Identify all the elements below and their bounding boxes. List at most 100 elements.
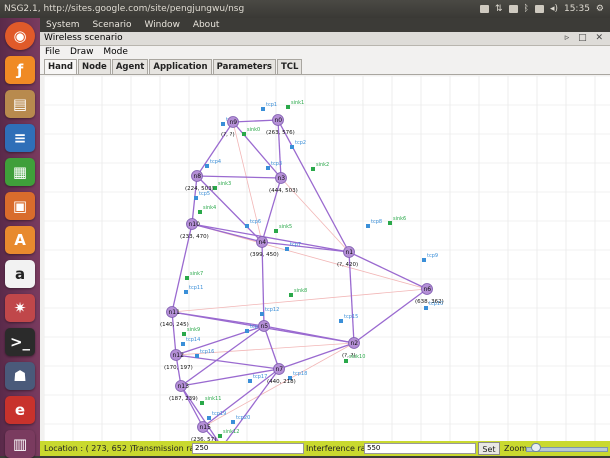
dash-icon[interactable]: ◉	[5, 22, 35, 50]
agent-label: tcp11	[189, 285, 203, 291]
tab-application[interactable]: Application	[149, 59, 212, 74]
agent-label: sink12	[223, 429, 239, 435]
tcp-agent-marker	[207, 416, 211, 420]
tab-node[interactable]: Node	[78, 59, 111, 74]
agent-label: sink2	[316, 162, 329, 168]
tab-tcl[interactable]: TCL	[276, 59, 303, 74]
agent-label: tcp17	[253, 374, 267, 380]
tcp-agent-marker	[424, 306, 428, 310]
status-bar: Location : ( 273, 652 ) Transmission ran…	[40, 441, 610, 456]
internal-frame-titlebar[interactable]: Wireless scenario ▹ □ ✕	[40, 32, 610, 46]
strong-link	[277, 119, 282, 179]
menu-draw[interactable]: Draw	[70, 47, 94, 57]
transmission-range-input[interactable]	[192, 443, 304, 454]
agent-label: tcp14	[186, 337, 200, 343]
e-icon[interactable]: e	[5, 396, 35, 424]
tab-parameters[interactable]: Parameters	[212, 59, 276, 74]
node-coordinates: (263, 576)	[266, 130, 295, 136]
calc-icon[interactable]: ▦	[5, 158, 35, 186]
settings-icon[interactable]: ✷	[5, 294, 35, 322]
frame-controls[interactable]: ▹ □ ✕	[565, 32, 606, 45]
impress-icon[interactable]: ▣	[5, 192, 35, 220]
network-icon[interactable]: ⇅	[495, 0, 503, 18]
tcp-agent-marker	[248, 379, 252, 383]
agent-label: sink6	[393, 216, 406, 222]
agent-label: tcp18	[293, 371, 307, 377]
node-coordinates: (638, 362)	[415, 299, 444, 305]
strong-link	[196, 175, 282, 179]
strong-link	[180, 325, 265, 387]
bluetooth-icon[interactable]: ᛒ	[524, 0, 529, 18]
agent-label: tcp2	[295, 140, 306, 146]
sink-agent-marker	[185, 276, 189, 280]
firefox-icon[interactable]: ƒ	[5, 56, 35, 84]
messaging-icon[interactable]	[508, 5, 518, 13]
node-label: n5	[261, 323, 269, 330]
menu-system[interactable]: System	[46, 20, 80, 30]
agent-label: tcp15	[344, 314, 358, 320]
tcp-agent-marker	[261, 107, 265, 111]
software-center-icon[interactable]: A	[5, 226, 35, 254]
agent-label: tcp19	[212, 411, 226, 417]
network-icon[interactable]: ☗	[5, 362, 35, 390]
tcp-agent-marker	[231, 420, 235, 424]
node-label: n15	[200, 424, 212, 431]
sink-agent-marker	[274, 229, 278, 233]
sink-agent-marker	[289, 293, 293, 297]
agent-label: tcp6	[250, 219, 261, 225]
frame-title: Wireless scenario	[44, 33, 123, 43]
sink-agent-marker	[242, 132, 246, 136]
tcp-agent-marker	[245, 224, 249, 228]
writer-icon[interactable]: ≡	[5, 124, 35, 152]
menu-scenario[interactable]: Scenario	[92, 20, 131, 30]
agent-label: sink3	[218, 181, 231, 187]
network-diagram[interactable]: tcp0sink0tcp1sink1tcp2tcp3sink2tcp4sink3…	[44, 76, 610, 441]
agent-label: tcp16	[200, 349, 214, 355]
scenario-canvas[interactable]: tcp0sink0tcp1sink1tcp2tcp3sink2tcp4sink3…	[44, 76, 610, 441]
agent-label: sink7	[190, 271, 203, 277]
volume-icon[interactable]: ◂)	[550, 0, 558, 18]
tcp-agent-marker	[194, 196, 198, 200]
node-label: n1	[346, 249, 354, 256]
agent-label: tcp12	[265, 307, 279, 313]
strong-link	[232, 119, 279, 123]
keyboard-icon[interactable]	[480, 5, 489, 13]
interference-range-input[interactable]	[364, 443, 476, 454]
sink-agent-marker	[286, 105, 290, 109]
agent-label: sink5	[279, 224, 292, 230]
node-coordinates: (170, 197)	[164, 365, 193, 371]
launcher: ◉ ƒ ▤ ≡ ▦ ▣ A a ✷ >_ ☗ e ▥	[0, 18, 40, 458]
location-readout: Location : ( 273, 652 )	[44, 444, 133, 453]
top-panel: NSG2.1, http://sites.google.com/site/pen…	[0, 0, 610, 18]
tab-bar: Hand Node Agent Application Parameters T…	[40, 58, 610, 75]
node-coordinates: (224, 503)	[185, 186, 214, 192]
workspace-icon[interactable]: ▥	[5, 430, 35, 458]
clock[interactable]: 15:35	[564, 0, 590, 18]
tcp-agent-marker	[260, 312, 264, 316]
strong-link	[171, 311, 177, 356]
node-label: n13	[178, 383, 190, 390]
agent-label: sink0	[247, 127, 260, 133]
tcp-agent-marker	[285, 247, 289, 251]
window-title: NSG2.1, http://sites.google.com/site/pen…	[4, 4, 245, 14]
agent-label: tcp9	[427, 253, 438, 259]
agent-label: tcp4	[210, 159, 221, 165]
files-icon[interactable]: ▤	[5, 90, 35, 118]
node-coordinates: (?, 420)	[337, 262, 358, 268]
tab-agent[interactable]: Agent	[111, 59, 149, 74]
sink-agent-marker	[200, 401, 204, 405]
sink-agent-marker	[218, 434, 222, 438]
menu-file[interactable]: File	[45, 47, 60, 57]
menu-window[interactable]: Window	[144, 20, 180, 30]
set-button[interactable]: Set	[478, 442, 500, 455]
tab-hand[interactable]: Hand	[44, 59, 77, 74]
menu-mode[interactable]: Mode	[103, 47, 128, 57]
terminal-icon[interactable]: >_	[5, 328, 35, 356]
tcp-agent-marker	[339, 319, 343, 323]
node-coordinates: (399, 450)	[250, 252, 279, 258]
battery-icon[interactable]	[534, 5, 544, 13]
frame-menu: File Draw Mode	[40, 46, 610, 58]
menu-about[interactable]: About	[193, 20, 220, 30]
gear-icon[interactable]: ⚙	[596, 0, 604, 18]
amazon-icon[interactable]: a	[5, 260, 35, 288]
